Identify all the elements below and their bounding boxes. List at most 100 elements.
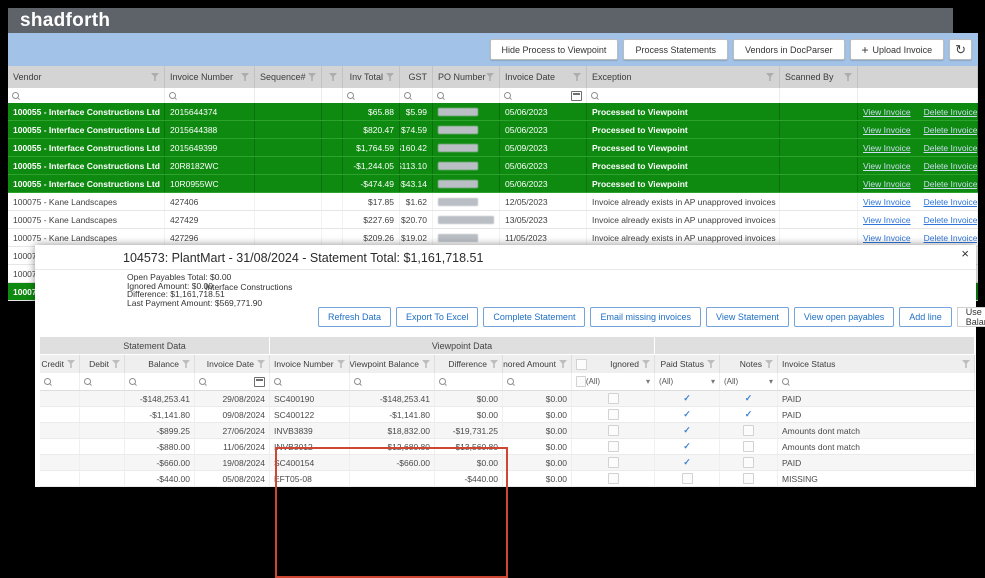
column-header[interactable]: Invoice Status bbox=[778, 355, 975, 373]
ignored-checkbox[interactable] bbox=[607, 457, 619, 468]
column-header[interactable]: Sequence# bbox=[255, 66, 322, 88]
invoice-row[interactable]: 100055 - Interface Constructions Ltd 20R… bbox=[8, 157, 978, 175]
column-filter-cell[interactable] bbox=[343, 88, 400, 103]
statement-row[interactable]: -$660.00 19/08/2024 SC400154 -$660.00 $0… bbox=[40, 455, 975, 471]
delete-invoice-link[interactable]: Delete Invoice bbox=[924, 215, 977, 225]
ignored-checkbox[interactable] bbox=[607, 393, 619, 404]
filter-funnel-icon[interactable] bbox=[422, 360, 430, 368]
notes-check[interactable] bbox=[743, 425, 754, 436]
notes-cell[interactable] bbox=[720, 423, 778, 438]
filter-funnel-icon[interactable] bbox=[559, 360, 567, 368]
delete-invoice-link[interactable]: Delete Invoice bbox=[924, 179, 977, 189]
column-filter-cell[interactable]: (All) ▾ bbox=[720, 373, 778, 390]
invoice-row[interactable]: 100055 - Interface Constructions Ltd 201… bbox=[8, 139, 978, 157]
statement-row[interactable]: -$1,141.80 09/08/2024 SC400122 -$1,141.8… bbox=[40, 407, 975, 423]
view-invoice-link[interactable]: View Invoice bbox=[863, 179, 911, 189]
filter-funnel-icon[interactable] bbox=[241, 73, 249, 81]
invoice-row[interactable]: 100055 - Interface Constructions Ltd 201… bbox=[8, 103, 978, 121]
filter-funnel-icon[interactable] bbox=[844, 73, 852, 81]
filter-funnel-icon[interactable] bbox=[67, 360, 75, 368]
view-invoice-link[interactable]: View Invoice bbox=[863, 161, 911, 171]
invoice-row[interactable]: 100055 - Interface Constructions Ltd 10R… bbox=[8, 175, 978, 193]
column-header[interactable]: GST bbox=[400, 66, 433, 88]
column-header[interactable] bbox=[858, 66, 978, 88]
column-filter-cell[interactable] bbox=[255, 88, 322, 103]
select-all-checkbox[interactable] bbox=[576, 358, 587, 370]
column-filter-cell[interactable]: (All) ▾ bbox=[655, 373, 720, 390]
column-header[interactable]: Ignored bbox=[572, 355, 655, 373]
statement-row[interactable]: -$880.00 11/06/2024 INVB3012 $12,680.80 … bbox=[40, 439, 975, 455]
column-filter-cell[interactable] bbox=[40, 373, 80, 390]
ignored-checkbox-cell[interactable] bbox=[572, 455, 655, 470]
filter-funnel-icon[interactable] bbox=[642, 360, 650, 368]
column-header[interactable]: Vendor bbox=[8, 66, 165, 88]
invoice-row[interactable]: 100075 - Kane Landscapes 427406 $17.85 $… bbox=[8, 193, 978, 211]
filter-funnel-icon[interactable] bbox=[486, 73, 494, 81]
filter-funnel-icon[interactable] bbox=[257, 360, 265, 368]
column-filter-cell[interactable] bbox=[503, 373, 572, 390]
delete-invoice-link[interactable]: Delete Invoice bbox=[924, 233, 977, 243]
paid-status-check[interactable]: ✓ bbox=[683, 425, 691, 436]
delete-invoice-link[interactable]: Delete Invoice bbox=[924, 143, 977, 153]
paid-status-check[interactable] bbox=[681, 473, 693, 484]
filter-funnel-icon[interactable] bbox=[766, 73, 774, 81]
ignored-checkbox-cell[interactable] bbox=[572, 439, 655, 454]
filter-funnel-icon[interactable] bbox=[490, 360, 498, 368]
filter-funnel-icon[interactable] bbox=[962, 360, 970, 368]
column-filter-cell[interactable] bbox=[125, 373, 195, 390]
paid-status-check[interactable]: ✓ bbox=[683, 441, 691, 452]
filter-funnel-icon[interactable] bbox=[151, 73, 159, 81]
column-header[interactable] bbox=[322, 66, 343, 88]
notes-check[interactable] bbox=[743, 457, 754, 468]
column-header[interactable]: Invoice Date bbox=[195, 355, 270, 373]
column-header[interactable]: Notes bbox=[720, 355, 778, 373]
view-invoice-link[interactable]: View Invoice bbox=[863, 107, 911, 117]
column-header[interactable]: Invoice Number bbox=[270, 355, 350, 373]
notes-check[interactable]: ✓ bbox=[745, 393, 753, 404]
column-filter-cell[interactable] bbox=[80, 373, 125, 390]
all-filter-select[interactable]: (All) ▾ bbox=[586, 377, 650, 386]
filter-funnel-icon[interactable] bbox=[707, 360, 715, 368]
paid-status-check[interactable]: ✓ bbox=[683, 457, 691, 468]
statement-row[interactable]: -$148,253.41 29/08/2024 SC400190 -$148,2… bbox=[40, 391, 975, 407]
all-filter-select[interactable]: (All) ▾ bbox=[659, 377, 715, 386]
paid-status-check[interactable]: ✓ bbox=[683, 409, 691, 420]
notes-cell[interactable] bbox=[720, 471, 778, 486]
column-filter-cell[interactable] bbox=[780, 88, 858, 103]
column-filter-cell[interactable] bbox=[500, 88, 587, 103]
view-invoice-link[interactable]: View Invoice bbox=[863, 125, 911, 135]
column-filter-cell[interactable] bbox=[433, 88, 500, 103]
calendar-icon[interactable] bbox=[254, 376, 265, 387]
all-filter-select[interactable]: (All) ▾ bbox=[724, 377, 773, 386]
column-header[interactable]: Exception bbox=[587, 66, 780, 88]
column-header[interactable]: Debit bbox=[80, 355, 125, 373]
paid-status-cell[interactable]: ✓ bbox=[655, 423, 720, 438]
toolbar-button[interactable]: Hide Process to Viewpoint bbox=[489, 39, 619, 60]
column-header[interactable]: Balance bbox=[125, 355, 195, 373]
toolbar-button[interactable]: Process Statements bbox=[623, 39, 728, 60]
view-invoice-link[interactable]: View Invoice bbox=[863, 215, 911, 225]
ignored-checkbox-cell[interactable] bbox=[572, 407, 655, 422]
paid-status-cell[interactable] bbox=[655, 471, 720, 486]
notes-check[interactable] bbox=[743, 441, 754, 452]
column-header[interactable]: Paid Status bbox=[655, 355, 720, 373]
filter-funnel-icon[interactable] bbox=[182, 360, 190, 368]
statement-row[interactable]: -$899.25 27/06/2024 INVB3839 $18,832.00 … bbox=[40, 423, 975, 439]
paid-status-cell[interactable]: ✓ bbox=[655, 391, 720, 406]
invoice-row[interactable]: 100075 - Kane Landscapes 427429 $227.69 … bbox=[8, 211, 978, 229]
statement-action-button[interactable]: Refresh Data bbox=[318, 307, 392, 327]
paid-status-cell[interactable]: ✓ bbox=[655, 407, 720, 422]
filter-funnel-icon[interactable] bbox=[112, 360, 120, 368]
column-filter-cell[interactable] bbox=[778, 373, 975, 390]
delete-invoice-link[interactable]: Delete Invoice bbox=[924, 125, 977, 135]
column-header[interactable]: Viewpoint Balance bbox=[350, 355, 435, 373]
column-filter-cell[interactable] bbox=[195, 373, 270, 390]
notes-cell[interactable]: ✓ bbox=[720, 391, 778, 406]
column-filter-cell[interactable] bbox=[587, 88, 780, 103]
column-header[interactable]: Credit bbox=[40, 355, 80, 373]
select-all-checkbox[interactable] bbox=[576, 376, 586, 387]
ignored-checkbox-cell[interactable] bbox=[572, 423, 655, 438]
column-filter-cell[interactable] bbox=[858, 88, 978, 103]
filter-funnel-icon[interactable] bbox=[386, 73, 394, 81]
statement-action-button[interactable]: View open payables bbox=[793, 307, 895, 327]
